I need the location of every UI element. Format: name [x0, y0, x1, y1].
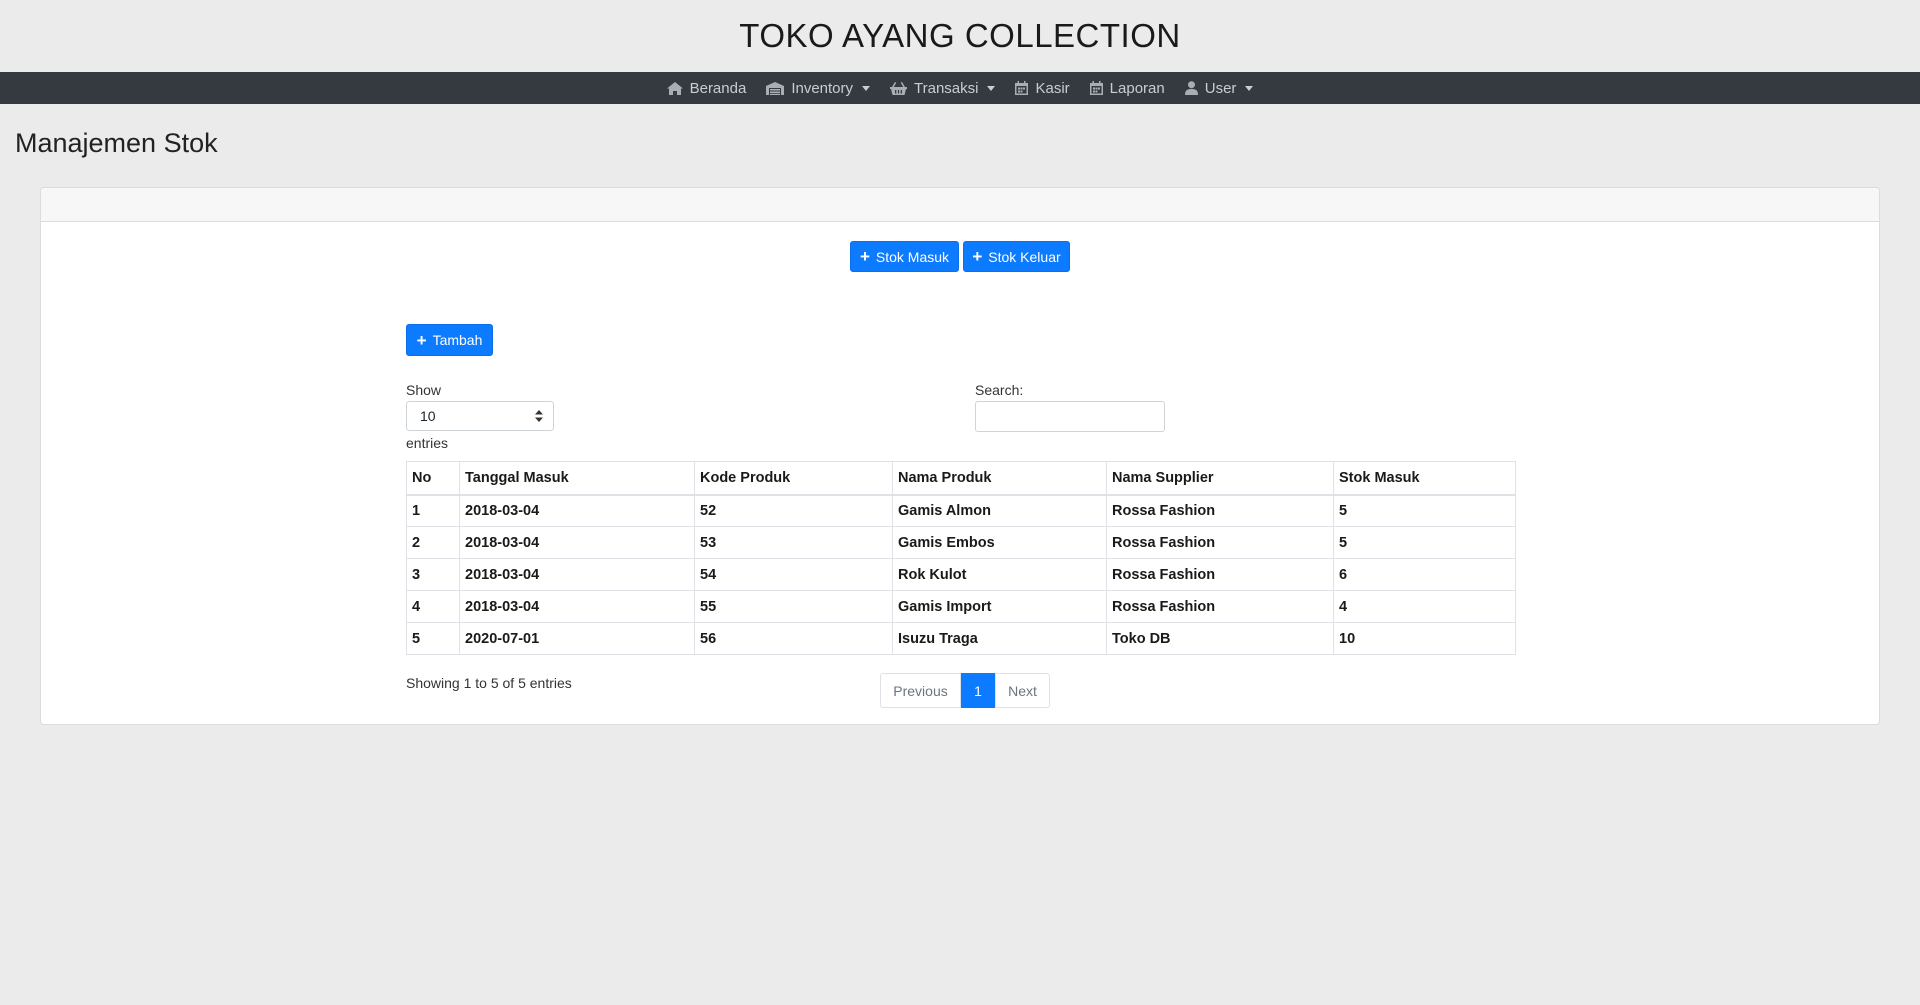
table-cell: Isuzu Traga [892, 622, 1107, 655]
table-row: 2 2018-03-04 53 Gamis Embos Rossa Fashio… [406, 526, 1516, 559]
table-cell: 10 [1333, 622, 1516, 655]
table-cell: Gamis Almon [892, 494, 1107, 527]
table-cell: 5 [1333, 526, 1516, 559]
search-label: Search: [975, 382, 1024, 398]
nav-label: Inventory [791, 79, 854, 97]
caret-down-icon [862, 85, 871, 91]
table-cell: 2018-03-04 [459, 590, 695, 623]
table-cell: 3 [406, 558, 460, 591]
table-cell: Gamis Embos [892, 526, 1107, 559]
sort-arrows-icon [535, 410, 543, 422]
table-cell: 2018-03-04 [459, 494, 695, 527]
home-icon [666, 81, 683, 95]
main-navbar: Beranda Inventory Transaksi Kasir Lapora… [0, 72, 1920, 104]
nav-item-user[interactable]: User [1177, 72, 1262, 104]
nav-label: Laporan [1109, 79, 1165, 97]
nav-item-transaksi[interactable]: Transaksi [882, 72, 1003, 104]
stock-card: + Stok Masuk + Stok Keluar + Tambah Show… [40, 187, 1880, 725]
nav-item-inventory[interactable]: Inventory [758, 72, 878, 104]
entries-label: entries [406, 435, 449, 451]
previous-page-button[interactable]: Previous [880, 673, 961, 708]
nav-label: Kasir [1035, 79, 1070, 97]
user-icon [1184, 81, 1198, 95]
page-title: Manajemen Stok [15, 128, 218, 158]
caret-down-icon [987, 85, 996, 91]
card-header [41, 188, 1879, 222]
table-row: 5 2020-07-01 56 Isuzu Traga Toko DB 10 [406, 622, 1516, 655]
table-cell: Rossa Fashion [1106, 526, 1334, 559]
nav-item-kasir[interactable]: Kasir [1007, 72, 1077, 104]
table-header-row: No Tanggal Masuk Kode Produk Nama Produk… [406, 461, 1516, 496]
table-cell: 55 [694, 590, 893, 623]
next-page-button[interactable]: Next [995, 673, 1050, 708]
stok-keluar-button[interactable]: + Stok Keluar [963, 241, 1070, 272]
table-cell: Rossa Fashion [1106, 494, 1334, 527]
table-row: 3 2018-03-04 54 Rok Kulot Rossa Fashion … [406, 558, 1516, 591]
table-cell: 2 [406, 526, 460, 559]
calendar-icon [1089, 81, 1103, 95]
table-cell: 5 [406, 622, 460, 655]
caret-down-icon [1245, 85, 1254, 91]
table-cell: 52 [694, 494, 893, 527]
table-cell: Rok Kulot [892, 558, 1107, 591]
column-header[interactable]: Stok Masuk [1333, 461, 1516, 496]
table-cell: 56 [694, 622, 893, 655]
table-cell: 5 [1333, 494, 1516, 527]
warehouse-icon [766, 81, 785, 95]
nav-item-laporan[interactable]: Laporan [1082, 72, 1173, 104]
table-info: Showing 1 to 5 of 5 entries [406, 675, 572, 691]
entries-length-select[interactable]: 10 [406, 401, 554, 431]
column-header[interactable]: No [406, 461, 460, 496]
column-header[interactable]: Kode Produk [694, 461, 893, 496]
basket-icon [890, 81, 908, 95]
table-cell: 2018-03-04 [459, 558, 695, 591]
nav-label: Transaksi [914, 79, 979, 97]
pagination: Previous 1 Next [880, 673, 1050, 708]
site-title: TOKO AYANG COLLECTION [739, 17, 1181, 54]
nav-label: User [1204, 79, 1237, 97]
table-row: 1 2018-03-04 52 Gamis Almon Rossa Fashio… [406, 494, 1516, 527]
table-cell: 53 [694, 526, 893, 559]
page-1-button[interactable]: 1 [961, 673, 995, 708]
table-cell: 54 [694, 558, 893, 591]
table-cell: 2020-07-01 [459, 622, 695, 655]
column-header[interactable]: Nama Supplier [1106, 461, 1334, 496]
table-row: 4 2018-03-04 55 Gamis Import Rossa Fashi… [406, 590, 1516, 623]
nav-label: Beranda [689, 79, 747, 97]
plus-icon: + [859, 247, 870, 266]
table-cell: 4 [1333, 590, 1516, 623]
plus-icon: + [972, 247, 983, 266]
stock-table: No Tanggal Masuk Kode Produk Nama Produk… [406, 461, 1516, 655]
column-header[interactable]: Nama Produk [892, 461, 1107, 496]
nav-item-beranda[interactable]: Beranda [659, 72, 755, 104]
column-header[interactable]: Tanggal Masuk [459, 461, 695, 496]
plus-icon: + [416, 330, 427, 350]
calendar-icon [1015, 81, 1029, 95]
table-cell: 2018-03-04 [459, 526, 695, 559]
button-label: Tambah [432, 332, 483, 348]
table-cell: 4 [406, 590, 460, 623]
table-cell: Rossa Fashion [1106, 558, 1334, 591]
stok-masuk-button[interactable]: + Stok Masuk [850, 241, 959, 272]
table-cell: Gamis Import [892, 590, 1107, 623]
select-value: 10 [420, 408, 436, 424]
button-label: Stok Keluar [988, 248, 1061, 265]
button-label: Stok Masuk [875, 248, 950, 265]
table-cell: 6 [1333, 558, 1516, 591]
table-cell: Toko DB [1106, 622, 1334, 655]
table-cell: 1 [406, 494, 460, 527]
tambah-button[interactable]: + Tambah [406, 324, 493, 356]
search-input[interactable] [975, 401, 1165, 432]
table-cell: Rossa Fashion [1106, 590, 1334, 623]
show-label: Show [406, 382, 442, 398]
